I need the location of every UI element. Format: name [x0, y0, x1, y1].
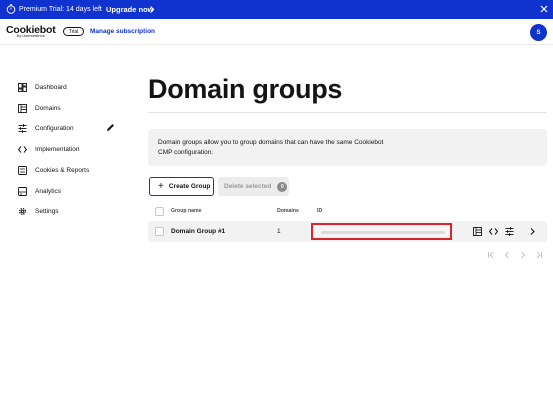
chevron-right-icon[interactable] — [528, 227, 537, 236]
code-icon — [18, 145, 27, 153]
sidebar-item-cookies-reports[interactable]: Cookies & Reports — [18, 163, 128, 177]
plus-icon: + — [158, 180, 164, 192]
gear-icon — [19, 207, 26, 215]
previous-page-icon[interactable] — [503, 251, 511, 259]
close-icon[interactable] — [540, 5, 548, 13]
delete-selected-label: Delete selected — [224, 183, 272, 190]
analytics-icon — [18, 186, 27, 196]
trial-text: Premium Trial: 14 days left — [19, 6, 102, 13]
sidebar-item-analytics[interactable]: Analytics — [18, 184, 128, 198]
redacted-id — [321, 231, 445, 234]
domains-count-cell: 1 — [277, 228, 281, 235]
trial-banner: Premium Trial: 14 days left Upgrade now — [0, 0, 553, 19]
trial-badge: Trial — [63, 27, 84, 36]
column-header-domains[interactable]: Domains — [277, 208, 299, 214]
next-page-icon[interactable] — [519, 251, 527, 259]
sidebar-item-label: Analytics — [35, 187, 62, 195]
configuration-icon — [18, 123, 27, 133]
configuration-icon[interactable] — [505, 227, 514, 236]
title-divider — [148, 112, 547, 113]
id-cell — [311, 223, 452, 240]
dashboard-icon — [18, 82, 27, 92]
domains-icon — [18, 103, 27, 113]
column-header-group-name[interactable]: Group name — [171, 208, 202, 214]
last-page-icon[interactable] — [535, 251, 543, 259]
info-text-line: Domain groups allow you to group domains… — [158, 139, 384, 146]
sidebar-item-label: Configuration — [35, 124, 74, 132]
info-box: Domain groups allow you to group domains… — [148, 129, 547, 166]
logo-subtext: by Usercentrics — [17, 33, 45, 38]
code-icon[interactable] — [489, 227, 498, 236]
pencil-icon[interactable] — [106, 123, 115, 132]
first-page-icon[interactable] — [487, 251, 495, 259]
sidebar-item-label: Implementation — [35, 145, 80, 153]
sidebar-item-label: Domains — [35, 104, 61, 112]
info-text-line: CMP configuration. — [158, 149, 214, 156]
chevron-right-icon[interactable] — [149, 5, 155, 14]
column-header-id[interactable]: ID — [317, 208, 322, 214]
sidebar-item-implementation[interactable]: Implementation — [18, 142, 128, 156]
sidebar-item-domains[interactable]: Domains — [18, 101, 128, 115]
sidebar-item-settings[interactable]: Settings — [18, 204, 128, 218]
create-group-label: Create Group — [168, 183, 211, 190]
create-group-button[interactable]: + Create Group — [149, 177, 214, 196]
group-name-cell[interactable]: Domain Group #1 — [171, 228, 225, 235]
sidebar-item-label: Dashboard — [35, 83, 67, 91]
select-all-checkbox[interactable] — [155, 207, 164, 216]
cookies-icon — [18, 165, 27, 175]
sidebar-item-dashboard[interactable]: Dashboard — [18, 80, 128, 94]
domains-icon[interactable] — [473, 227, 482, 236]
clock-icon — [6, 4, 16, 14]
upgrade-link[interactable]: Upgrade now — [106, 5, 154, 14]
avatar[interactable]: S — [530, 24, 547, 41]
row-checkbox[interactable] — [155, 227, 164, 236]
manage-subscription-link[interactable]: Manage subscription — [90, 28, 155, 35]
delete-selected-button[interactable]: Delete selected 0 — [218, 177, 289, 196]
selected-count-badge: 0 — [277, 181, 288, 192]
top-bar: Cookiebot by Usercentrics Trial Manage s… — [0, 19, 553, 45]
sidebar-item-label: Settings — [35, 207, 59, 215]
sidebar-item-label: Cookies & Reports — [35, 166, 90, 174]
page-title: Domain groups — [148, 74, 343, 104]
